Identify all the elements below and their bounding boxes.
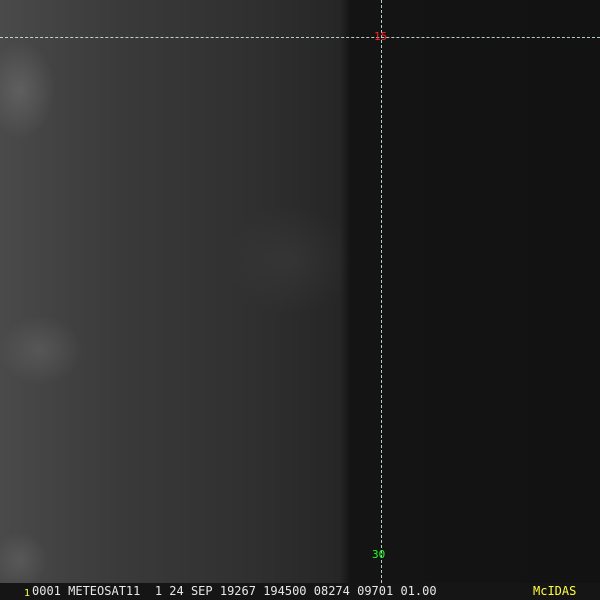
latitude-grid-line — [0, 37, 600, 38]
image-info: 0001 METEOSAT11 1 24 SEP 19267 194500 08… — [32, 584, 437, 598]
satellite-image-frame: 15 30 1 0001 METEOSAT11 1 24 SEP 19267 1… — [0, 0, 600, 600]
latitude-label: 15 — [374, 30, 388, 43]
frame-number: 1 — [24, 588, 31, 599]
longitude-label: 30 — [372, 548, 386, 561]
longitude-grid-line — [381, 0, 382, 583]
mcidas-brand: McIDAS — [533, 584, 577, 598]
status-bar: 1 0001 METEOSAT11 1 24 SEP 19267 194500 … — [0, 583, 600, 600]
satellite-imagery — [0, 0, 600, 583]
